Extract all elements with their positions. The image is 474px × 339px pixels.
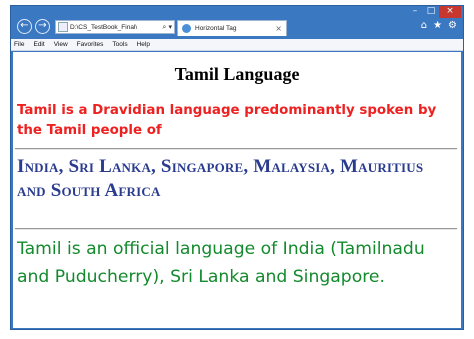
green-paragraph: Tamil is an official language of India (… bbox=[17, 239, 425, 287]
back-button[interactable]: ← bbox=[17, 19, 32, 34]
title-bar: – □ × ← → D:\CS_TestBook_Final\ ⌕ ▾ Hori… bbox=[11, 6, 463, 39]
browser-window: – □ × ← → D:\CS_TestBook_Final\ ⌕ ▾ Hori… bbox=[10, 5, 464, 330]
horizontal-rule-1 bbox=[15, 148, 457, 150]
favorites-icon[interactable]: ★ bbox=[433, 20, 442, 31]
forward-button[interactable]: → bbox=[35, 19, 50, 34]
tab-close-icon[interactable]: × bbox=[275, 24, 282, 33]
home-icon[interactable]: ⌂ bbox=[421, 20, 427, 31]
page-icon bbox=[58, 22, 68, 32]
ie-icon bbox=[182, 24, 191, 33]
window-controls: – □ × bbox=[407, 6, 461, 18]
menu-favorites[interactable]: Favorites bbox=[77, 41, 104, 48]
maximize-button[interactable]: □ bbox=[423, 6, 439, 18]
menu-edit[interactable]: Edit bbox=[33, 41, 44, 48]
close-window-button[interactable]: × bbox=[439, 6, 461, 18]
menu-view[interactable]: View bbox=[54, 41, 68, 48]
minimize-button[interactable]: – bbox=[407, 6, 423, 18]
address-text[interactable]: D:\CS_TestBook_Final\ bbox=[70, 24, 160, 31]
menu-bar: File Edit View Favorites Tools Help bbox=[11, 39, 463, 51]
blue-paragraph: India, Sri Lanka, Singapore, Malaysia, M… bbox=[17, 156, 424, 201]
tab-label: Horizontal Tag bbox=[195, 25, 237, 32]
address-bar[interactable]: D:\CS_TestBook_Final\ ⌕ ▾ bbox=[55, 20, 175, 34]
toolbar-icons: ⌂ ★ ⚙ bbox=[421, 20, 457, 31]
menu-file[interactable]: File bbox=[14, 41, 24, 48]
menu-help[interactable]: Help bbox=[137, 41, 150, 48]
gear-icon[interactable]: ⚙ bbox=[448, 20, 457, 31]
page-content: Tamil Language Tamil is a Dravidian lang… bbox=[13, 52, 461, 328]
search-icon[interactable]: ⌕ ▾ bbox=[162, 23, 172, 32]
tab-horizontal-tag[interactable]: Horizontal Tag × bbox=[177, 20, 287, 36]
red-paragraph: Tamil is a Dravidian language predominan… bbox=[17, 103, 437, 138]
horizontal-rule-2 bbox=[15, 228, 457, 230]
page-heading: Tamil Language bbox=[174, 64, 300, 84]
menu-tools[interactable]: Tools bbox=[112, 41, 127, 48]
